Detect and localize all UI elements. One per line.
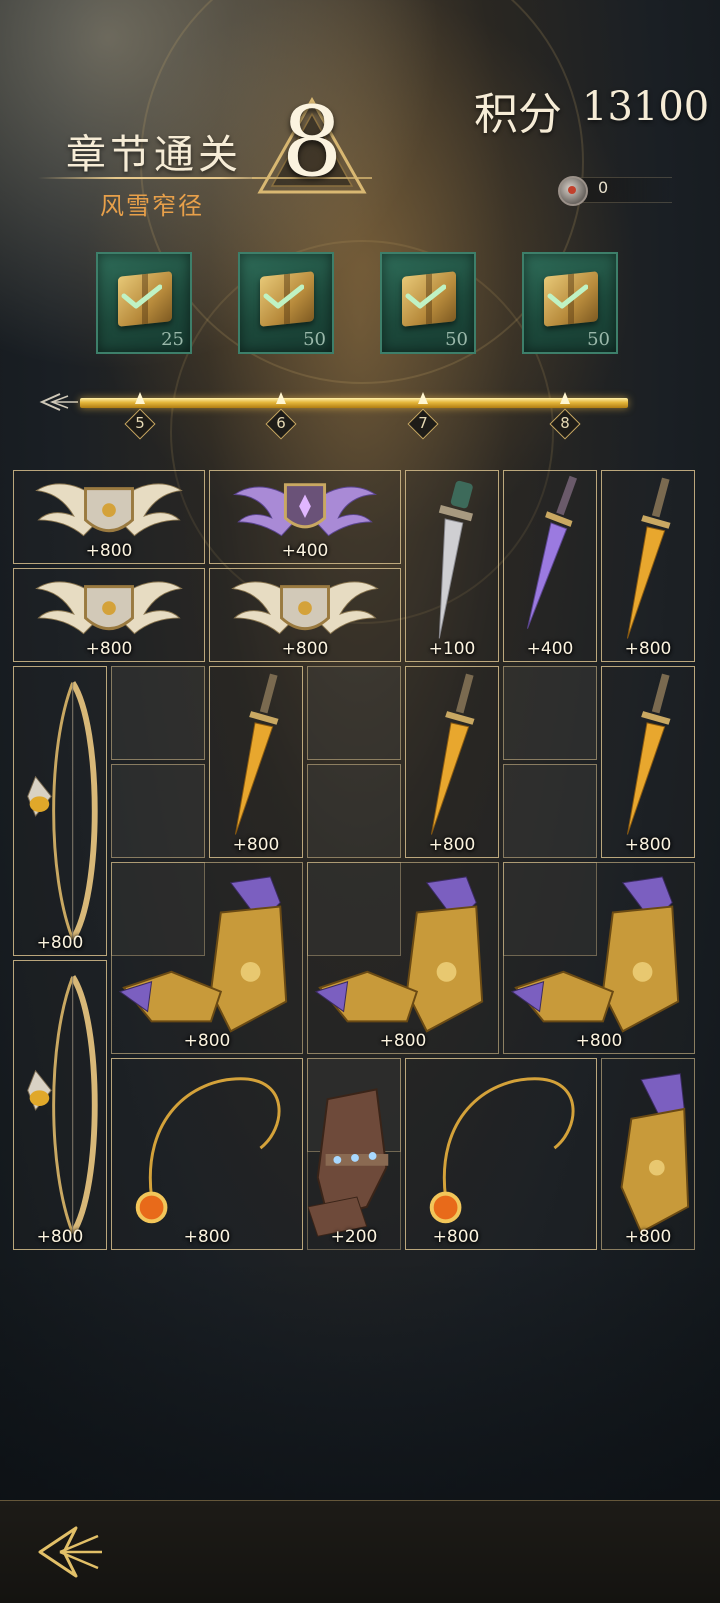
- amulet-sun-icon: [135, 1077, 281, 1224]
- item-value: +400: [281, 541, 329, 561]
- checkmark-icon: [263, 284, 304, 309]
- item-value: +800: [281, 639, 329, 659]
- winged-shield-gold-item[interactable]: +800: [13, 470, 205, 564]
- empty-slot[interactable]: [307, 666, 401, 760]
- currency-display: 0: [556, 174, 672, 206]
- amulet-sun-item[interactable]: +800: [111, 1058, 303, 1250]
- amulet-sun-icon: [429, 1077, 575, 1224]
- winged-shield-gold-item[interactable]: +800: [209, 568, 401, 662]
- milestone-chest[interactable]: 50: [522, 252, 618, 354]
- currency-bar: [576, 177, 672, 203]
- currency-value: 0: [598, 178, 609, 197]
- milestone-level-label: 5: [135, 414, 145, 432]
- bow-gold-icon: [27, 681, 98, 941]
- dagger-gold-item[interactable]: +800: [209, 666, 303, 858]
- milestone-marker-icon: [560, 392, 570, 404]
- chapter-name: 风雪窄径: [100, 192, 204, 220]
- item-value: +800: [379, 1031, 427, 1051]
- background-shadow: [0, 1260, 720, 1500]
- empty-slot[interactable]: [111, 764, 205, 858]
- empty-slot[interactable]: [503, 666, 597, 760]
- milestone-marker-icon: [135, 392, 145, 404]
- checkmark-icon: [405, 284, 446, 309]
- milestone-chest[interactable]: 50: [380, 252, 476, 354]
- milestone-level-label: 8: [560, 414, 570, 432]
- dagger-gold-item[interactable]: +800: [601, 470, 695, 662]
- milestone-chest[interactable]: 50: [238, 252, 334, 354]
- winged-shield-gold-item[interactable]: +800: [13, 568, 205, 662]
- item-value: +200: [330, 1227, 378, 1247]
- dagger-gold-icon: [626, 477, 671, 639]
- milestone-marker-icon: [418, 392, 428, 404]
- item-value: +800: [232, 835, 280, 855]
- item-value: +800: [575, 1031, 623, 1051]
- item-value: +800: [183, 1227, 231, 1247]
- gauntlet-gold-item[interactable]: +800: [601, 1058, 695, 1250]
- dagger-gold-icon: [234, 673, 279, 835]
- item-value: +800: [624, 1227, 672, 1247]
- dagger-gold-icon: [430, 673, 475, 835]
- milestone-chest[interactable]: 25: [96, 252, 192, 354]
- milestone-marker-icon: [276, 392, 286, 404]
- progress-bar: [80, 398, 628, 408]
- bow-gold-item[interactable]: +800: [13, 666, 107, 956]
- item-value: +800: [85, 639, 133, 659]
- gauntlet-gold-item[interactable]: +800: [503, 862, 695, 1054]
- checkmark-icon: [121, 284, 162, 309]
- item-value: +800: [36, 1227, 84, 1247]
- dagger-purple-item[interactable]: +400: [503, 470, 597, 662]
- gauntlet-gold-item[interactable]: +800: [307, 862, 499, 1054]
- dagger-purple-icon: [527, 475, 578, 629]
- bow-gold-item[interactable]: +800: [13, 960, 107, 1250]
- empty-slot[interactable]: [111, 666, 205, 760]
- checkmark-icon: [547, 284, 588, 309]
- glove-leather-item[interactable]: +200: [307, 1058, 401, 1250]
- milestone-level: 7: [407, 408, 439, 440]
- winged-shield-purple-item[interactable]: +400: [209, 470, 401, 564]
- chest-value: 50: [303, 329, 326, 350]
- empty-slot[interactable]: [503, 764, 597, 858]
- empty-slot[interactable]: [307, 764, 401, 858]
- glove-leather-icon: [308, 1088, 389, 1237]
- milestone-level-label: 7: [418, 414, 428, 432]
- item-value: +100: [428, 639, 476, 659]
- arrow-left-icon: [39, 393, 78, 411]
- item-value: +800: [183, 1031, 231, 1051]
- gauntlet-gold-icon: [510, 876, 680, 1033]
- back-icon[interactable]: [36, 1522, 106, 1582]
- dagger-gold-item[interactable]: +800: [405, 666, 499, 858]
- bottom-bar: [0, 1500, 720, 1603]
- dagger-silver-icon: [438, 480, 473, 639]
- score-value: 13100: [582, 84, 710, 130]
- item-value: +800: [624, 835, 672, 855]
- gauntlet-gold-icon: [314, 876, 484, 1033]
- inventory-grid: +800 +400 +100 +400 +800 +800 +800 +800 …: [13, 470, 707, 1266]
- chapter-number: 8: [281, 86, 343, 198]
- milestone-level-label: 6: [276, 414, 286, 432]
- milestone-level: 5: [124, 408, 156, 440]
- chapter-title: 章节通关: [66, 132, 242, 178]
- item-value: +800: [85, 541, 133, 561]
- gauntlet-gold-item[interactable]: +800: [111, 862, 303, 1054]
- dagger-gold-icon: [626, 673, 671, 835]
- dagger-gold-item[interactable]: +800: [601, 666, 695, 858]
- score-label: 积分: [474, 89, 562, 140]
- milestone-level: 8: [549, 408, 581, 440]
- coin-icon: [558, 176, 588, 206]
- milestone-level: 6: [265, 408, 297, 440]
- item-value: +400: [526, 639, 574, 659]
- dagger-silver-item[interactable]: +100: [405, 470, 499, 662]
- gauntlet-gold-icon: [620, 1073, 690, 1234]
- amulet-sun-item[interactable]: +800: [405, 1058, 597, 1250]
- item-value: +800: [428, 835, 476, 855]
- item-value: +800: [432, 1227, 480, 1247]
- item-value: +800: [624, 639, 672, 659]
- bow-gold-icon: [27, 975, 98, 1235]
- item-value: +800: [36, 933, 84, 953]
- gauntlet-gold-icon: [118, 876, 288, 1033]
- chest-value: 50: [445, 329, 468, 350]
- chest-value: 50: [587, 329, 610, 350]
- chest-value: 25: [161, 329, 184, 350]
